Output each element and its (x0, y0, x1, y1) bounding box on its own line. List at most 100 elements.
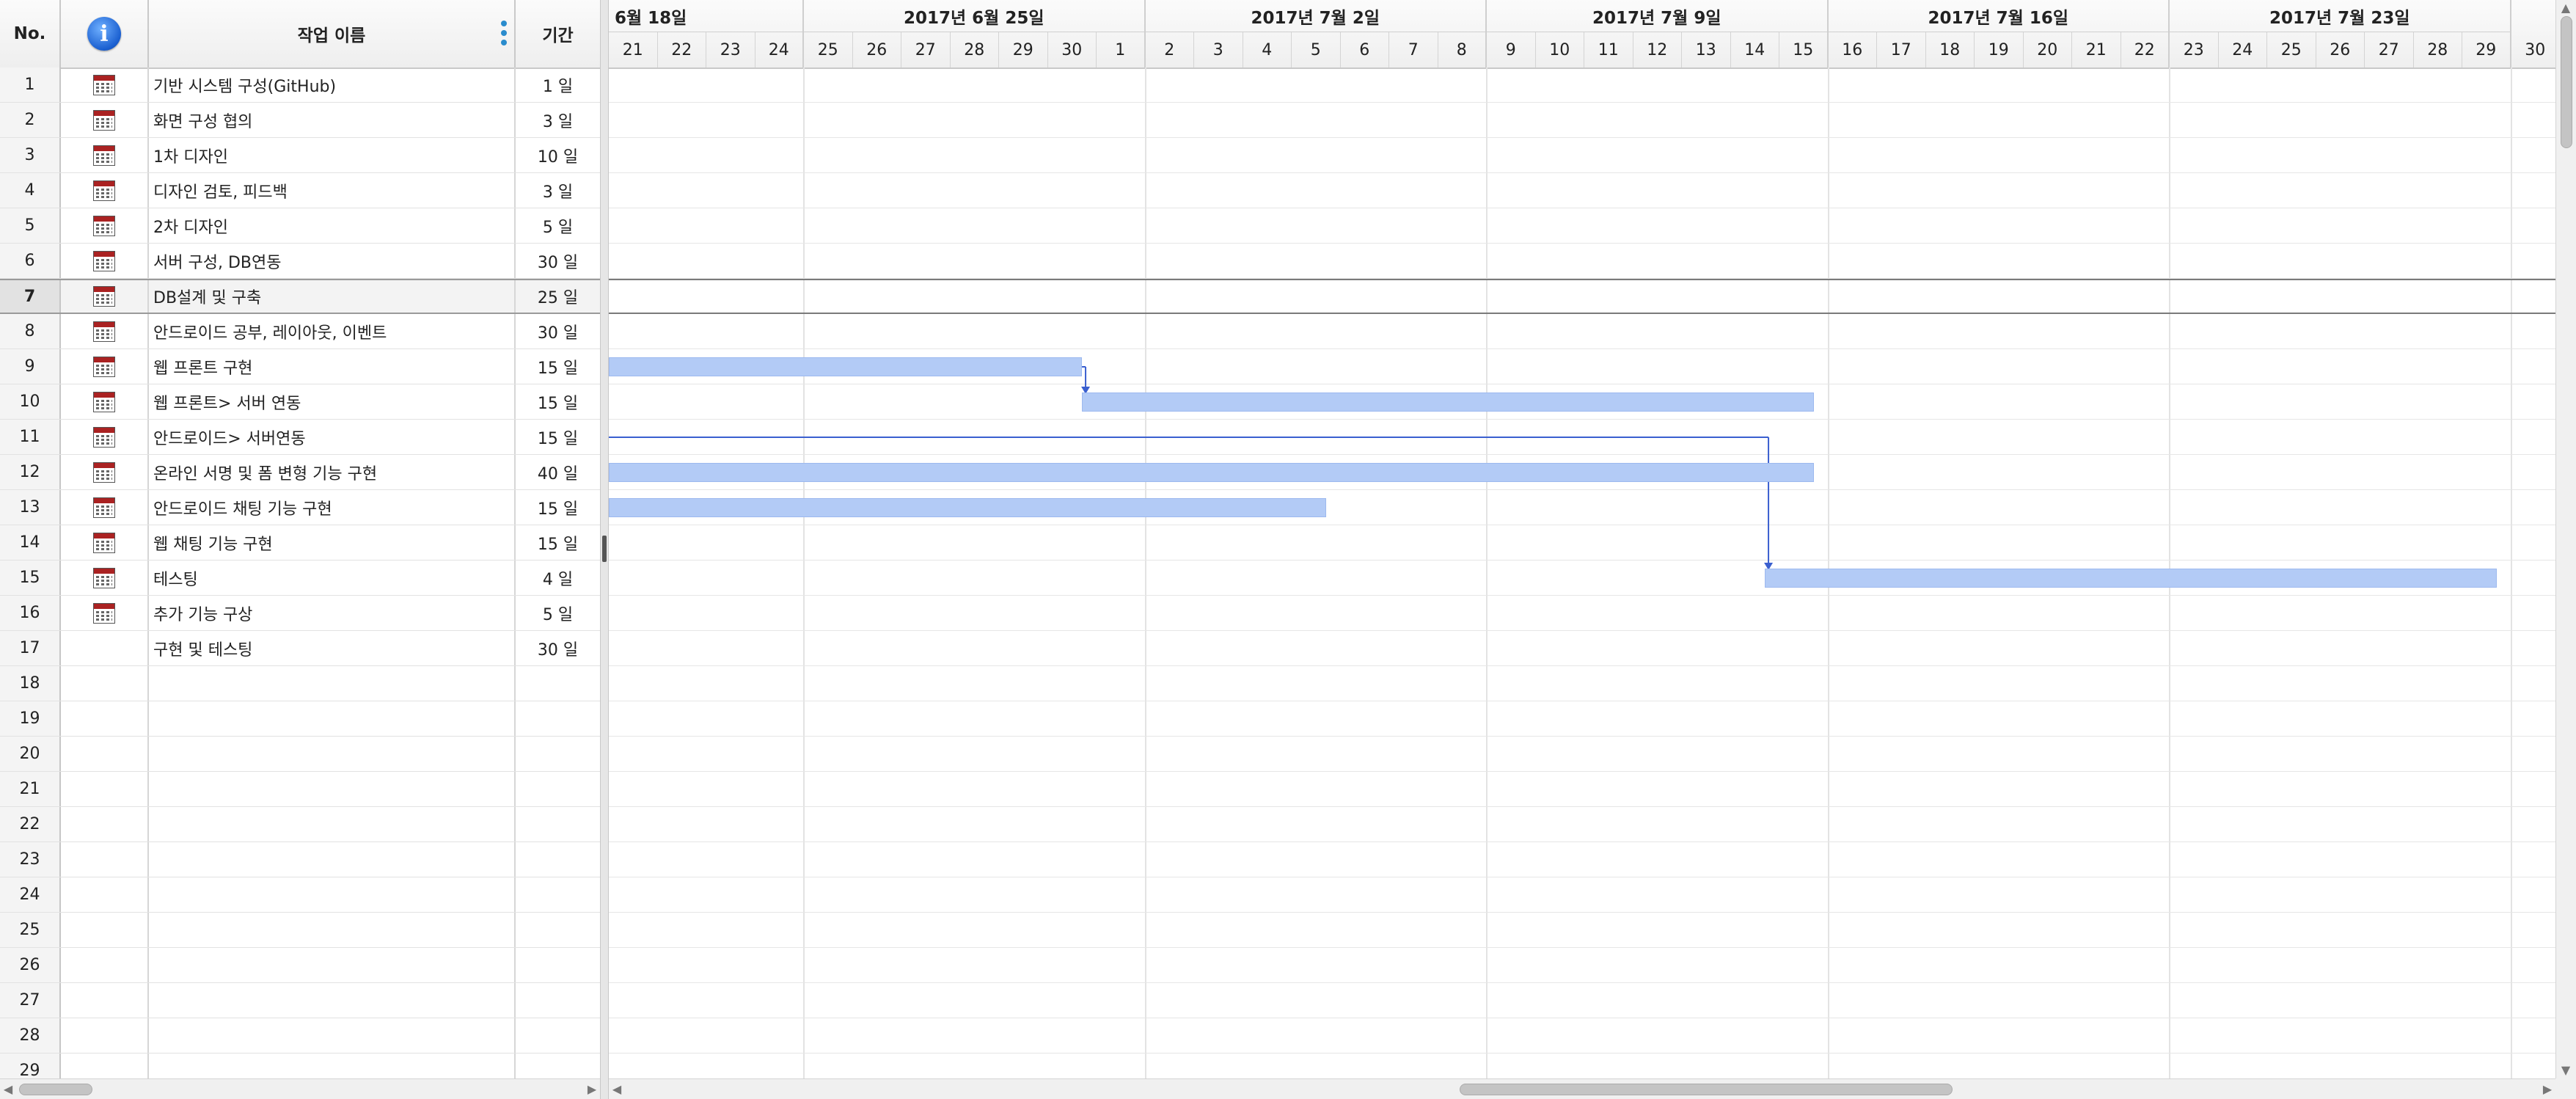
gantt-scroll-thumb[interactable] (1460, 1084, 1953, 1095)
row-number[interactable]: 1 (0, 67, 61, 102)
row-number[interactable]: 20 (0, 737, 61, 771)
task-duration[interactable] (516, 983, 600, 1018)
task-duration[interactable] (516, 1018, 600, 1053)
row-number[interactable]: 11 (0, 420, 61, 454)
task-name[interactable]: 온라인 서명 및 폼 변형 기능 구현 (149, 455, 516, 489)
vertical-scroll-thumb[interactable] (2561, 16, 2572, 148)
task-duration[interactable]: 15 일 (516, 525, 600, 560)
task-duration[interactable]: 5 일 (516, 208, 600, 243)
task-duration[interactable] (516, 666, 600, 701)
gantt-row[interactable] (609, 525, 2555, 561)
table-row[interactable]: 23 (0, 842, 600, 877)
table-row[interactable]: 4 디자인 검토, 피드백 3 일 (0, 173, 600, 208)
task-name[interactable] (149, 877, 516, 912)
task-bar[interactable] (1765, 569, 2497, 588)
splitter-grip-icon[interactable] (602, 536, 607, 562)
row-number[interactable]: 4 (0, 173, 61, 208)
table-row[interactable]: 29 (0, 1054, 600, 1078)
table-row[interactable]: 19 (0, 701, 600, 737)
task-duration[interactable] (516, 701, 600, 736)
row-number[interactable]: 13 (0, 490, 61, 525)
table-row[interactable]: 2 화면 구성 협의 3 일 (0, 103, 600, 138)
task-duration[interactable]: 3 일 (516, 103, 600, 137)
gantt-row[interactable] (609, 737, 2555, 772)
gantt-row[interactable] (609, 666, 2555, 701)
task-name[interactable]: 2차 디자인 (149, 208, 516, 243)
task-duration[interactable] (516, 1054, 600, 1078)
row-number[interactable]: 9 (0, 349, 61, 384)
task-duration[interactable]: 15 일 (516, 490, 600, 525)
table-row[interactable]: 22 (0, 807, 600, 842)
table-row[interactable]: 24 (0, 877, 600, 913)
task-name[interactable]: 안드로이드 채팅 기능 구현 (149, 490, 516, 525)
table-row[interactable]: 28 (0, 1018, 600, 1054)
table-row[interactable]: 9 웹 프론트 구현 15 일 (0, 349, 600, 384)
row-number[interactable]: 21 (0, 772, 61, 806)
table-row[interactable]: 21 (0, 772, 600, 807)
task-duration[interactable]: 30 일 (516, 314, 600, 348)
task-name[interactable] (149, 737, 516, 771)
column-header-info[interactable]: i (61, 0, 149, 67)
table-row[interactable]: 13 안드로이드 채팅 기능 구현 15 일 (0, 490, 600, 525)
row-number[interactable]: 19 (0, 701, 61, 736)
table-row[interactable]: 15 테스팅 4 일 (0, 561, 600, 596)
table-row[interactable]: 14 웹 채팅 기능 구현 15 일 (0, 525, 600, 561)
row-number[interactable]: 6 (0, 244, 61, 278)
gantt-row[interactable] (609, 913, 2555, 948)
task-duration[interactable]: 10 일 (516, 138, 600, 172)
task-duration[interactable] (516, 948, 600, 982)
row-number[interactable]: 26 (0, 948, 61, 982)
row-number[interactable]: 23 (0, 842, 61, 877)
task-name[interactable]: 1차 디자인 (149, 138, 516, 172)
gantt-row[interactable] (609, 314, 2555, 349)
row-number[interactable]: 8 (0, 314, 61, 348)
table-row[interactable]: 8 안드로이드 공부, 레이아웃, 이벤트 30 일 (0, 314, 600, 349)
task-name[interactable] (149, 913, 516, 947)
row-number[interactable]: 25 (0, 913, 61, 947)
task-name[interactable]: 화면 구성 협의 (149, 103, 516, 137)
task-duration[interactable] (516, 877, 600, 912)
table-row[interactable]: 3 1차 디자인 10 일 (0, 138, 600, 173)
task-name[interactable]: 구현 및 테스팅 (149, 631, 516, 665)
task-bar[interactable] (609, 498, 1326, 517)
task-name[interactable]: 테스팅 (149, 561, 516, 595)
task-name[interactable] (149, 1018, 516, 1053)
gantt-row[interactable] (609, 279, 2555, 314)
gantt-row[interactable] (609, 420, 2555, 455)
column-header-task-name[interactable]: 작업 이름 (149, 0, 516, 67)
task-name[interactable]: 추가 기능 구상 (149, 596, 516, 630)
column-header-duration[interactable]: 기간 (516, 0, 600, 67)
task-name[interactable]: 기반 시스템 구성(GitHub) (149, 67, 516, 102)
task-name[interactable]: 웹 프론트 구현 (149, 349, 516, 384)
task-bar[interactable] (1082, 392, 1814, 412)
gantt-row[interactable] (609, 208, 2555, 244)
row-number[interactable]: 29 (0, 1054, 61, 1078)
task-duration[interactable]: 15 일 (516, 349, 600, 384)
task-duration[interactable] (516, 807, 600, 841)
table-row[interactable]: 17 구현 및 테스팅 30 일 (0, 631, 600, 666)
task-name[interactable]: 서버 구성, DB연동 (149, 244, 516, 278)
row-number[interactable]: 17 (0, 631, 61, 665)
task-duration[interactable]: 4 일 (516, 561, 600, 595)
task-name[interactable] (149, 666, 516, 701)
gantt-row[interactable] (609, 842, 2555, 877)
table-row[interactable]: 27 (0, 983, 600, 1018)
task-name[interactable]: DB설계 및 구축 (149, 280, 516, 313)
task-duration[interactable]: 15 일 (516, 420, 600, 454)
table-row[interactable]: 11 안드로이드> 서버연동 15 일 (0, 420, 600, 455)
task-duration[interactable]: 1 일 (516, 67, 600, 102)
task-duration[interactable]: 25 일 (516, 280, 600, 313)
task-duration[interactable] (516, 913, 600, 947)
table-row[interactable]: 12 온라인 서명 및 폼 변형 기능 구현 40 일 (0, 455, 600, 490)
row-number[interactable]: 2 (0, 103, 61, 137)
task-duration[interactable]: 40 일 (516, 455, 600, 489)
table-row[interactable]: 25 (0, 913, 600, 948)
gantt-row[interactable] (609, 807, 2555, 842)
scroll-right-icon[interactable]: ▶ (2541, 1083, 2554, 1096)
table-row[interactable]: 1 기반 시스템 구성(GitHub) 1 일 (0, 67, 600, 103)
table-row[interactable]: 7 DB설계 및 구축 25 일 (0, 279, 600, 314)
row-number[interactable]: 12 (0, 455, 61, 489)
row-number[interactable]: 27 (0, 983, 61, 1018)
table-row[interactable]: 18 (0, 666, 600, 701)
row-number[interactable]: 24 (0, 877, 61, 912)
